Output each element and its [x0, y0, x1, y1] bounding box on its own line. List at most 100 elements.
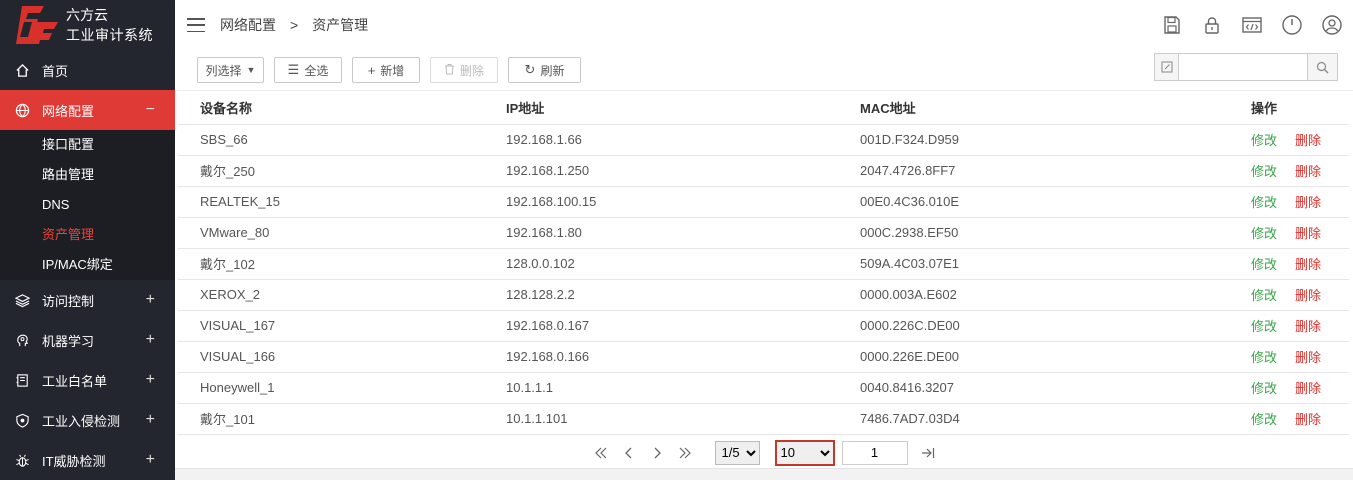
header-ip[interactable]: IP地址 [484, 91, 838, 125]
cell-mac: 001D.F324.D959 [838, 124, 1229, 156]
select-all-button[interactable]: ☰ 全选 [274, 57, 342, 83]
edit-link[interactable]: 修改 [1251, 257, 1277, 272]
expand-icon[interactable]: + [146, 291, 155, 309]
lock-icon[interactable] [1199, 12, 1225, 38]
delete-link[interactable]: 删除 [1295, 381, 1321, 396]
delete-link[interactable]: 删除 [1295, 350, 1321, 365]
delete-link[interactable]: 删除 [1295, 226, 1321, 241]
nav-it-threat[interactable]: IT威胁检测 + [0, 440, 175, 480]
expand-icon[interactable]: + [146, 451, 155, 469]
add-button[interactable]: + 新增 [352, 57, 420, 83]
edit-link[interactable]: 修改 [1251, 133, 1277, 148]
nav-ml-label: 机器学习 [42, 333, 95, 349]
nav-whitelist-label: 工业白名单 [42, 373, 108, 389]
nav-network[interactable]: 网络配置 − [0, 90, 175, 130]
page-size-select[interactable]: 10 [774, 439, 835, 466]
plus-icon: + [367, 62, 376, 78]
search-input[interactable] [1179, 54, 1307, 80]
cell-mac: 00E0.4C36.010E [838, 186, 1229, 218]
user-icon[interactable] [1319, 12, 1345, 38]
edit-link[interactable]: 修改 [1251, 350, 1277, 365]
collapse-icon[interactable]: − [146, 101, 155, 119]
brain-icon [14, 332, 30, 348]
sidebar-item-ipmac[interactable]: IP/MAC绑定 [0, 250, 175, 280]
top-header: 网络配置 > 资产管理 [175, 0, 1353, 50]
expand-icon[interactable]: + [146, 371, 155, 389]
delete-link[interactable]: 删除 [1295, 257, 1321, 272]
refresh-icon: ↻ [524, 62, 536, 77]
table-body: SBS_66 192.168.1.66 001D.F324.D959 修改 删除 戴尔_2… [178, 124, 1349, 435]
sidebar-item-routing[interactable]: 路由管理 [0, 160, 175, 190]
delete-link[interactable]: 删除 [1295, 288, 1321, 303]
cell-ip: 10.1.1.101 [484, 403, 838, 435]
delete-link[interactable]: 删除 [1295, 195, 1321, 210]
nav-intrusion[interactable]: 工业入侵检测 + [0, 400, 175, 440]
sidebar-item-assets[interactable]: 资产管理 [0, 220, 175, 250]
cell-device-name: Honeywell_1 [178, 372, 484, 404]
header-device-name[interactable]: 设备名称 [178, 91, 484, 125]
nav-whitelist[interactable]: 工业白名单 + [0, 360, 175, 400]
prev-page-icon[interactable] [619, 443, 639, 463]
expand-icon[interactable]: + [146, 331, 155, 349]
code-window-icon[interactable] [1239, 12, 1265, 38]
home-icon [14, 62, 30, 78]
nav-home-label: 首页 [42, 63, 69, 79]
bug-icon [14, 452, 30, 468]
edit-link[interactable]: 修改 [1251, 319, 1277, 334]
cell-actions: 修改 删除 [1229, 341, 1349, 373]
cell-actions: 修改 删除 [1229, 124, 1349, 156]
nav-machine-learning[interactable]: 机器学习 + [0, 320, 175, 360]
cell-actions: 修改 删除 [1229, 186, 1349, 218]
cell-device-name: REALTEK_15 [178, 186, 484, 218]
table-row: 戴尔_250 192.168.1.250 2047.4726.8FF7 修改 删除 [178, 155, 1349, 187]
delete-link[interactable]: 删除 [1295, 164, 1321, 179]
table-row: REALTEK_15 192.168.100.15 00E0.4C36.010E 修改… [178, 186, 1349, 218]
edit-link[interactable]: 修改 [1251, 164, 1277, 179]
delete-link[interactable]: 删除 [1295, 133, 1321, 148]
refresh-button[interactable]: ↻ 刷新 [508, 57, 581, 83]
edit-link[interactable]: 修改 [1251, 412, 1277, 427]
nav-home[interactable]: 首页 [0, 50, 175, 90]
edit-link[interactable]: 修改 [1251, 288, 1277, 303]
edit-link[interactable]: 修改 [1251, 195, 1277, 210]
delete-button[interactable]: 删除 [430, 57, 498, 83]
cell-actions: 修改 删除 [1229, 248, 1349, 280]
menu-toggle-icon[interactable] [187, 16, 205, 34]
logo: 六方云 工业审计系统 [0, 0, 175, 50]
refresh-label: 刷新 [540, 63, 565, 78]
page-select[interactable]: 1/5 [714, 440, 760, 465]
cell-device-name: VMware_80 [178, 217, 484, 249]
toolbar: 列选择 ▼ ☰ 全选 + 新增 删除 ↻ 刷新 [175, 50, 1353, 91]
expand-icon[interactable]: + [146, 411, 155, 429]
column-select-button[interactable]: 列选择 ▼ [197, 57, 264, 83]
footer-bar [175, 468, 1353, 480]
save-icon[interactable] [1159, 12, 1185, 38]
power-icon[interactable] [1279, 12, 1305, 38]
sidebar-item-interface[interactable]: 接口配置 [0, 130, 175, 160]
go-to-page-icon[interactable] [918, 443, 938, 463]
select-all-label: 全选 [304, 63, 329, 78]
first-page-icon[interactable] [591, 443, 611, 463]
layers-icon [14, 292, 30, 308]
edit-link[interactable]: 修改 [1251, 381, 1277, 396]
nav-access-control[interactable]: 访问控制 + [0, 280, 175, 320]
breadcrumb-parent[interactable]: 网络配置 [220, 15, 276, 35]
cell-ip: 192.168.1.66 [484, 124, 838, 156]
search-icon[interactable] [1307, 54, 1337, 80]
delete-link[interactable]: 删除 [1295, 412, 1321, 427]
table-row: Honeywell_1 10.1.1.1 0040.8416.3207 修改 删除 [178, 372, 1349, 404]
cell-mac: 000C.2938.EF50 [838, 217, 1229, 249]
header-actions [1145, 12, 1345, 38]
sidebar-item-dns[interactable]: DNS [0, 190, 175, 220]
delete-link[interactable]: 删除 [1295, 319, 1321, 334]
cell-mac: 0000.003A.E602 [838, 279, 1229, 311]
nav-network-label: 网络配置 [42, 103, 95, 119]
table-row: VISUAL_166 192.168.0.166 0000.226E.DE00 修改 删… [178, 341, 1349, 373]
header-mac[interactable]: MAC地址 [838, 91, 1229, 125]
page-jump-input[interactable] [841, 440, 908, 465]
search-box [1154, 53, 1338, 81]
edit-link[interactable]: 修改 [1251, 226, 1277, 241]
last-page-icon[interactable] [675, 443, 695, 463]
next-page-icon[interactable] [647, 443, 667, 463]
cell-actions: 修改 删除 [1229, 372, 1349, 404]
